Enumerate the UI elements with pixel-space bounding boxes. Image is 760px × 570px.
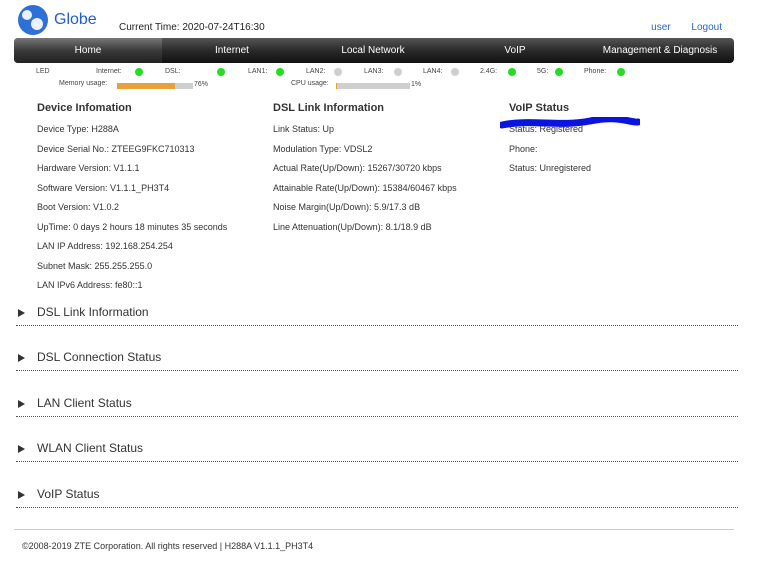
memory-usage-percent: 76%: [194, 81, 209, 88]
noise-margin: Noise Margin(Up/Down): 5.9/17.3 dB: [273, 202, 421, 212]
device-type: Device Type: H288A: [37, 124, 119, 134]
line-attenuation: Line Attenuation(Up/Down): 8.1/18.9 dB: [273, 221, 432, 232]
memory-usage-bar: [117, 83, 193, 89]
boot-version: Boot Version: V1.0.2: [37, 202, 120, 212]
expand-arrow-icon: [18, 400, 25, 408]
voip-phone: Phone:: [509, 143, 538, 154]
device-info-panel: Device Infomation Device Type: H288A Dev…: [37, 102, 227, 296]
nav-voip[interactable]: VoIP: [444, 38, 586, 63]
cpu-usage-fill: [336, 83, 337, 89]
expand-arrow-icon: [18, 309, 25, 317]
device-info-title: Device Infomation: [37, 102, 132, 114]
lan-ipv6-address: LAN IPv6 Address: fe80::1: [37, 280, 143, 290]
led-internet-indicator: [135, 68, 143, 76]
uptime: UpTime: 0 days 2 hours 18 minutes 35 sec…: [37, 221, 228, 232]
led-dsl-label: DSL:: [165, 68, 181, 75]
section-lan-client-status[interactable]: LAN Client Status: [16, 393, 738, 417]
led-5g-indicator: [555, 68, 563, 76]
device-serial: Device Serial No.: ZTEEG9FKC710313: [37, 143, 195, 154]
led-lan1-label: LAN1:: [248, 68, 268, 75]
led-phone-label: Phone:: [584, 68, 607, 75]
main-nav: Home Internet Local Network VoIP Managem…: [14, 38, 734, 63]
led-24g-indicator: [508, 68, 516, 76]
memory-usage-label: Memory usage:: [59, 80, 108, 87]
led-phone-indicator: [617, 68, 625, 76]
attainable-rate: Attainable Rate(Up/Down): 15384/60467 kb…: [273, 182, 457, 193]
globe-logo: Globe: [18, 5, 97, 35]
expand-arrow-icon: [18, 445, 25, 453]
top-links: user Logout: [633, 22, 722, 33]
nav-internet[interactable]: Internet: [162, 38, 302, 63]
hardware-version: Hardware Version: V1.1.1: [37, 163, 140, 173]
section-title: DSL Link Information: [37, 305, 149, 319]
brand-name: Globe: [54, 11, 97, 28]
section-wlan-client-status[interactable]: WLAN Client Status: [16, 438, 738, 462]
modulation-type: Modulation Type: VDSL2: [273, 143, 373, 154]
section-dsl-link-information[interactable]: DSL Link Information: [16, 302, 738, 326]
dsl-info-panel: DSL Link Information Link Status: Up Mod…: [273, 102, 457, 237]
led-lan3-label: LAN3:: [364, 68, 384, 75]
led-label: LED: [36, 68, 50, 75]
expand-arrow-icon: [18, 354, 25, 362]
led-status-row: LED Internet: DSL: LAN1: LAN2: LAN3: LAN…: [14, 65, 734, 79]
current-time: Current Time: 2020-07-24T16:30: [119, 22, 265, 33]
section-title: DSL Connection Status: [37, 350, 162, 364]
led-lan4-label: LAN4:: [423, 68, 443, 75]
led-lan2-indicator: [334, 68, 342, 76]
cpu-usage-bar: [336, 83, 410, 89]
voip-status-2: Status: Unregistered: [509, 163, 592, 173]
user-link[interactable]: user: [651, 22, 670, 33]
nav-home[interactable]: Home: [14, 38, 162, 63]
section-title: VoIP Status: [37, 487, 100, 501]
led-dsl-indicator: [217, 68, 225, 76]
redaction-scribble: [500, 117, 640, 129]
nav-management-diagnosis[interactable]: Management & Diagnosis: [586, 38, 734, 63]
actual-rate: Actual Rate(Up/Down): 15267/30720 kbps: [273, 163, 442, 173]
led-lan1-indicator: [276, 68, 284, 76]
led-internet-label: Internet:: [96, 68, 122, 75]
lan-ip-address: LAN IP Address: 192.168.254.254: [37, 241, 173, 251]
led-lan4-indicator: [451, 68, 459, 76]
nav-local-network[interactable]: Local Network: [302, 38, 444, 63]
led-lan3-indicator: [394, 68, 402, 76]
dsl-info-title: DSL Link Information: [273, 102, 385, 114]
footer-copyright: ©2008-2019 ZTE Corporation. All rights r…: [22, 541, 314, 551]
cpu-usage-percent: 1%: [411, 81, 422, 88]
led-24g-label: 2.4G:: [480, 68, 498, 75]
link-status: Link Status: Up: [273, 124, 335, 134]
voip-status-panel: VoIP Status Status: Registered Phone: St…: [509, 102, 591, 179]
led-lan2-label: LAN2:: [306, 68, 326, 75]
expand-arrow-icon: [18, 491, 25, 499]
section-voip-status[interactable]: VoIP Status: [16, 484, 738, 508]
memory-usage-fill: [117, 83, 175, 89]
logout-link[interactable]: Logout: [691, 22, 722, 33]
footer-divider: [14, 529, 734, 530]
globe-logo-icon: [18, 5, 48, 35]
section-title: LAN Client Status: [37, 396, 132, 410]
voip-status-title: VoIP Status: [509, 102, 570, 114]
cpu-usage-label: CPU usage:: [291, 80, 329, 87]
subnet-mask: Subnet Mask: 255.255.255.0: [37, 260, 153, 271]
section-dsl-connection-status[interactable]: DSL Connection Status: [16, 347, 738, 371]
led-5g-label: 5G:: [537, 68, 549, 75]
software-version: Software Version: V1.1.1_PH3T4: [37, 182, 170, 193]
section-title: WLAN Client Status: [37, 441, 144, 455]
